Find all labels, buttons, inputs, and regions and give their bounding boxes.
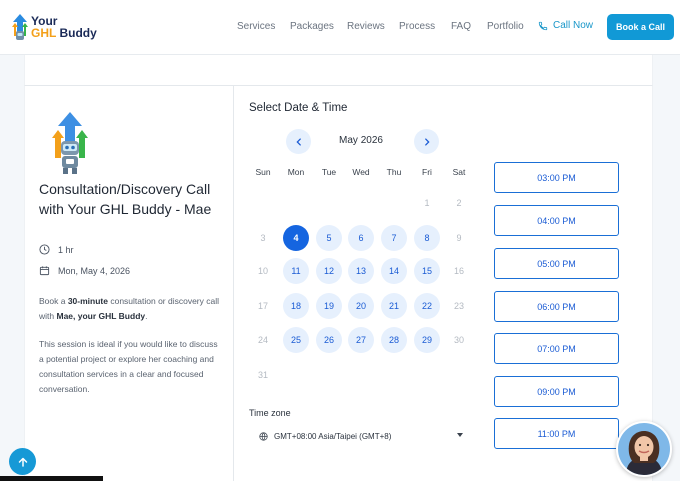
- calendar-day: 30: [453, 335, 464, 345]
- weekday-thu: Thu: [386, 167, 402, 177]
- status-bar: [0, 476, 103, 481]
- calendar-day[interactable]: 28: [381, 327, 407, 353]
- calendar-day-selected[interactable]: 4: [283, 225, 309, 251]
- next-month-button[interactable]: [414, 129, 439, 154]
- calendar-day: 3: [260, 233, 266, 243]
- weekday-fri: Fri: [422, 167, 432, 177]
- time-slot[interactable]: 04:00 PM: [494, 205, 619, 236]
- weekday-sun: Sun: [255, 167, 271, 177]
- time-slot[interactable]: 11:00 PM: [494, 418, 619, 449]
- calendar-day[interactable]: 7: [381, 225, 407, 251]
- call-now-label: Call Now: [553, 20, 594, 31]
- select-date-time-heading: Select Date & Time: [249, 102, 348, 114]
- book-call-button[interactable]: Book a Call: [607, 14, 674, 40]
- brand-rest-text: Buddy: [56, 26, 97, 40]
- calendar-day[interactable]: 21: [381, 293, 407, 319]
- time-slot[interactable]: 03:00 PM: [494, 162, 619, 193]
- calendar-day[interactable]: 19: [316, 293, 342, 319]
- event-description-2: This session is ideal if you would like …: [39, 339, 218, 394]
- calendar-day[interactable]: 27: [348, 327, 374, 353]
- calendar-day: 23: [453, 301, 464, 311]
- nav-portfolio[interactable]: Portfolio: [487, 21, 524, 32]
- calendar-day[interactable]: 13: [348, 258, 374, 284]
- phone-icon: [538, 21, 548, 30]
- robot-mascot-icon: [52, 112, 88, 174]
- brand-logo[interactable]: Your GHL Buddy: [12, 12, 102, 44]
- calendar-day: 2: [456, 198, 462, 208]
- calendar-day[interactable]: 20: [348, 293, 374, 319]
- chat-avatar[interactable]: [616, 421, 672, 477]
- time-slot[interactable]: 06:00 PM: [494, 291, 619, 322]
- call-now-link[interactable]: Call Now: [538, 20, 593, 31]
- calendar-icon: [39, 266, 50, 276]
- panel-divider: [233, 86, 234, 481]
- calendar-day[interactable]: 14: [381, 258, 407, 284]
- nav-faq[interactable]: FAQ: [451, 21, 471, 32]
- clock-icon: [39, 244, 50, 255]
- weekday-sat: Sat: [452, 167, 466, 177]
- calendar-day: 31: [257, 370, 268, 380]
- time-slot[interactable]: 07:00 PM: [494, 333, 619, 364]
- calendar-day: 24: [257, 335, 268, 345]
- chevron-right-icon: [424, 137, 430, 146]
- event-duration: 1 hr: [39, 244, 74, 255]
- weekday-tue: Tue: [321, 167, 337, 177]
- nav-reviews[interactable]: Reviews: [347, 21, 385, 32]
- nav-process[interactable]: Process: [399, 21, 435, 32]
- event-title: Consultation/Discovery Call with Your GH…: [39, 181, 212, 217]
- current-month: May 2026: [339, 135, 383, 146]
- calendar-day: 16: [453, 266, 464, 276]
- avatar-portrait-icon: [618, 423, 670, 475]
- arrow-up-icon: [18, 457, 27, 467]
- desc-host-bold: Mae, your GHL Buddy: [56, 311, 146, 321]
- desc-text: .: [145, 311, 148, 321]
- calendar-day[interactable]: 11: [283, 258, 309, 284]
- time-slot[interactable]: 09:00 PM: [494, 376, 619, 407]
- duration-text: 1 hr: [58, 244, 74, 255]
- calendar-day[interactable]: 29: [414, 327, 440, 353]
- desc-text: Book a: [39, 296, 68, 306]
- timezone-value: GMT+08:00 Asia/Taipei (GMT+8): [274, 431, 392, 441]
- date-text: Mon, May 4, 2026: [58, 265, 131, 276]
- calendar-day[interactable]: 18: [283, 293, 309, 319]
- globe-icon: [259, 431, 268, 441]
- desc-duration-bold: 30-minute: [67, 296, 108, 306]
- weekday-wed: Wed: [352, 167, 370, 177]
- event-date: Mon, May 4, 2026: [39, 265, 130, 276]
- calendar-day[interactable]: 22: [414, 293, 440, 319]
- calendar-day[interactable]: 12: [316, 258, 342, 284]
- calendar-day: 9: [456, 233, 462, 243]
- caret-down-icon: [457, 433, 463, 437]
- calendar-day: 1: [424, 198, 430, 208]
- timezone-select[interactable]: GMT+08:00 Asia/Taipei (GMT+8): [259, 429, 463, 443]
- weekday-mon: Mon: [287, 167, 305, 177]
- booking-card-top: [24, 55, 653, 86]
- site-header: Your GHL Buddy Services Packages Reviews…: [0, 0, 680, 55]
- timezone-label: Time zone: [249, 408, 291, 418]
- brand-name-line2: GHL Buddy: [31, 27, 97, 40]
- calendar-day[interactable]: 8: [414, 225, 440, 251]
- calendar-day[interactable]: 6: [348, 225, 374, 251]
- calendar-day[interactable]: 25: [283, 327, 309, 353]
- nav-packages[interactable]: Packages: [290, 21, 334, 32]
- calendar-day: 10: [257, 266, 268, 276]
- event-description-1: Book a 30-minute consultation or discove…: [39, 294, 219, 324]
- logo-mark-icon: [12, 14, 28, 40]
- brand-accent-text: GHL: [31, 26, 57, 40]
- scroll-to-top-button[interactable]: [9, 448, 36, 475]
- calendar-day[interactable]: 26: [316, 327, 342, 353]
- time-slot[interactable]: 05:00 PM: [494, 248, 619, 279]
- calendar-day[interactable]: 5: [316, 225, 342, 251]
- calendar-day[interactable]: 15: [414, 258, 440, 284]
- nav-services[interactable]: Services: [237, 21, 275, 32]
- calendar-day: 17: [257, 301, 268, 311]
